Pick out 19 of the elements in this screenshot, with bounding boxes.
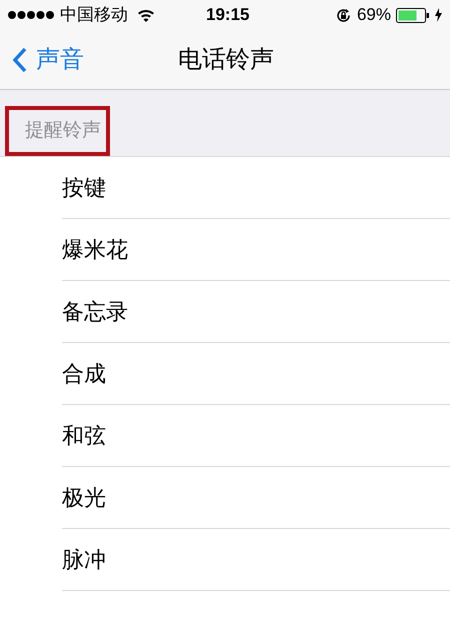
wifi-icon (137, 8, 155, 22)
signal-icon (8, 11, 54, 19)
charging-icon (435, 8, 442, 22)
back-button[interactable]: 声音 (0, 42, 84, 78)
ringtone-item[interactable]: 爆米花 (62, 219, 450, 281)
battery-percentage: 69% (356, 4, 391, 26)
clock-time: 19:15 (206, 4, 250, 26)
ringtone-item[interactable]: 脉冲 (62, 529, 450, 591)
battery-icon (396, 8, 430, 22)
chevron-left-icon (12, 46, 28, 72)
ringtone-item[interactable]: 合成 (62, 343, 450, 405)
ringtone-item[interactable]: 极光 (62, 467, 450, 529)
section-header: 提醒铃声 (25, 118, 101, 143)
ringtone-item[interactable]: 和弦 (62, 405, 450, 467)
ringtone-item[interactable]: 按键 (62, 157, 450, 219)
page-title: 电话铃声 (178, 44, 274, 74)
ringtone-item[interactable]: 备忘录 (62, 281, 450, 343)
rotation-lock-icon (334, 6, 352, 24)
carrier-name: 中国移动 (60, 4, 128, 26)
